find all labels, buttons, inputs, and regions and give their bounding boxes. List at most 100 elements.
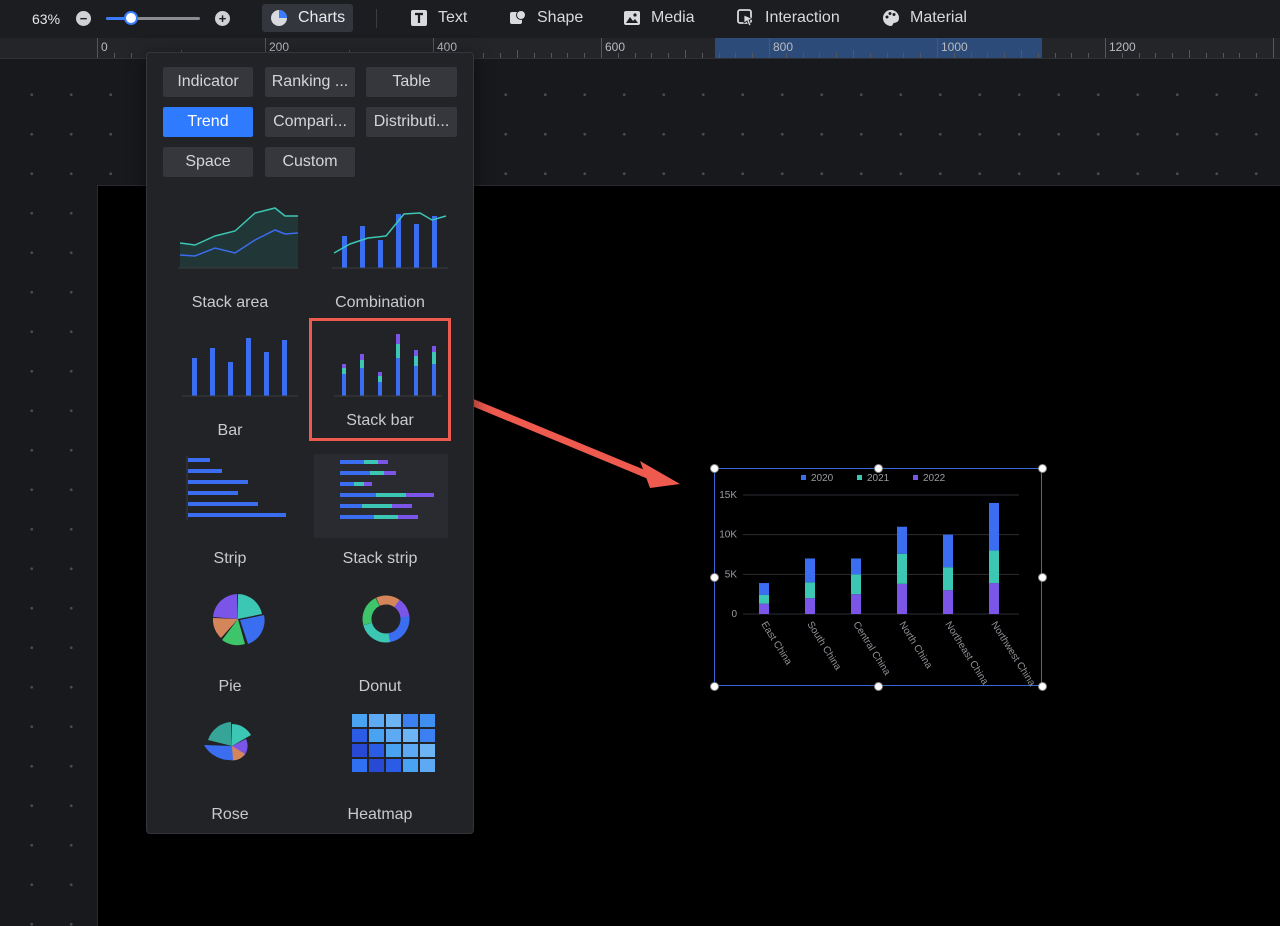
- ruler-label: 1000: [941, 40, 968, 54]
- ruler-tick: [1054, 53, 1056, 58]
- interaction-icon: [737, 9, 755, 27]
- toolbar-interaction-button[interactable]: Interaction: [729, 4, 848, 32]
- chart-bar-segment: [897, 583, 907, 614]
- chart-option-heatmap[interactable]: Heatmap: [305, 710, 455, 838]
- ruler-tick: [701, 53, 703, 58]
- stack-area-thumbnail: [178, 207, 299, 269]
- chart-y-tick-label: 15K: [719, 490, 737, 501]
- ruler-tick: [130, 53, 132, 58]
- ruler-tick: [567, 53, 569, 58]
- ruler-selection-highlight: [715, 38, 1042, 58]
- chart-bar-segment: [759, 603, 769, 614]
- chart-option-rose[interactable]: Rose: [155, 710, 305, 838]
- ruler-tick: [584, 53, 586, 58]
- ruler-label: 600: [605, 40, 626, 54]
- toolbar-text-label: Text: [438, 9, 468, 26]
- ruler-tick: [886, 53, 888, 58]
- heatmap-cell: [386, 744, 401, 757]
- ruler-tick: [1121, 53, 1123, 58]
- toolbar-charts-label: Charts: [298, 9, 346, 26]
- chart-bar-segment: [897, 553, 907, 584]
- ruler-tick: [1021, 50, 1022, 58]
- ruler-tick: [1004, 53, 1006, 58]
- heatmap-cell: [403, 744, 418, 757]
- ruler-tick: [769, 38, 770, 58]
- heatmap-cell: [403, 759, 418, 772]
- chart-option-stack-area[interactable]: Stack area: [155, 198, 305, 326]
- category-space[interactable]: Space: [163, 147, 253, 177]
- resize-handle-bottom-left[interactable]: [710, 682, 719, 691]
- chart-option-label: Strip: [213, 550, 247, 567]
- chart-x-tick-label: South China: [804, 620, 843, 673]
- resize-handle-bottom[interactable]: [874, 682, 883, 691]
- heatmap-cell: [352, 744, 367, 757]
- resize-handle-top-left[interactable]: [710, 464, 719, 473]
- ruler-tick: [970, 53, 972, 58]
- ruler-tick: [1172, 53, 1174, 58]
- toolbar-interaction-label: Interaction: [765, 9, 840, 26]
- ruler-tick: [853, 50, 854, 58]
- chart-legend-label: 2020: [811, 473, 834, 484]
- ruler-label: 0: [101, 40, 108, 54]
- resize-handle-bottom-right[interactable]: [1038, 682, 1047, 691]
- chart-bar-segment: [759, 594, 769, 604]
- heatmap-cell: [369, 729, 384, 742]
- stack-bar-chart: 15K 10K 5K 0 2020 2021 2022 East China South Chi…: [719, 473, 1037, 689]
- image-icon: [624, 11, 640, 25]
- resize-handle-left[interactable]: [710, 573, 719, 582]
- ruler-tick: [1273, 38, 1274, 58]
- ruler-tick: [718, 53, 720, 58]
- chart-option-combination[interactable]: Combination: [305, 198, 455, 326]
- category-trend[interactable]: Trend: [163, 107, 253, 137]
- heatmap-cell: [369, 714, 384, 727]
- resize-handle-right[interactable]: [1038, 573, 1047, 582]
- chart-legend-marker: [913, 475, 918, 480]
- chart-option-bar[interactable]: Bar: [155, 326, 305, 454]
- category-indicator[interactable]: Indicator: [163, 67, 253, 97]
- top-toolbar: 63% − + Charts Text Shape Media Interact…: [0, 0, 1280, 38]
- toolbar-text-button[interactable]: Text: [402, 4, 475, 32]
- chart-option-label: Stack bar: [346, 412, 414, 429]
- resize-handle-top[interactable]: [874, 464, 883, 473]
- heatmap-cell: [420, 714, 435, 727]
- toolbar-material-button[interactable]: Material: [874, 4, 975, 32]
- zoom-value: 63%: [32, 11, 61, 27]
- toolbar-charts-button[interactable]: Charts: [262, 4, 354, 32]
- stack-bar-chart-widget[interactable]: 15K 10K 5K 0 2020 2021 2022 East China South Chi…: [714, 468, 1042, 689]
- chart-option-stack-bar[interactable]: Stack bar: [309, 318, 451, 441]
- zoom-in-button[interactable]: +: [215, 11, 230, 26]
- heatmap-cell: [403, 729, 418, 742]
- toolbar-shape-button[interactable]: Shape: [501, 4, 591, 32]
- ruler-tick: [735, 53, 737, 58]
- ruler-tick: [819, 53, 821, 58]
- category-comparison[interactable]: Compari...: [265, 107, 355, 137]
- chart-y-tick-label: 10K: [719, 530, 737, 541]
- ruler-tick: [869, 53, 871, 58]
- ruler-tick: [1088, 53, 1090, 58]
- chart-option-pie[interactable]: Pie: [155, 582, 305, 710]
- heatmap-thumbnail: [352, 714, 435, 772]
- ruler-tick: [1155, 53, 1157, 58]
- chart-option-donut[interactable]: Donut: [305, 582, 455, 710]
- toolbar-media-button[interactable]: Media: [615, 4, 703, 32]
- chart-bar-segment: [851, 594, 861, 614]
- category-ranking[interactable]: Ranking ...: [265, 67, 355, 97]
- chart-option-stack-strip[interactable]: Stack strip: [305, 454, 455, 582]
- zoom-out-button[interactable]: −: [76, 11, 91, 26]
- category-table[interactable]: Table: [366, 67, 457, 97]
- ruler-tick: [1205, 53, 1207, 58]
- chart-pie-icon: [271, 10, 287, 26]
- chart-bar-segment: [943, 590, 953, 614]
- chart-bar-segment: [943, 534, 953, 568]
- category-distribution[interactable]: Distributi...: [366, 107, 457, 137]
- chart-option-strip[interactable]: Strip: [155, 454, 305, 582]
- ruler-tick: [1222, 53, 1224, 58]
- resize-handle-top-right[interactable]: [1038, 464, 1047, 473]
- chart-x-tick-label: Northeast China: [942, 620, 990, 687]
- zoom-slider-thumb[interactable]: [124, 11, 139, 25]
- ruler-label: 1200: [1109, 40, 1136, 54]
- ruler-tick: [1256, 53, 1258, 58]
- zoom-slider[interactable]: [106, 17, 200, 20]
- category-custom[interactable]: Custom: [265, 147, 355, 177]
- chart-bar-segment: [805, 558, 815, 583]
